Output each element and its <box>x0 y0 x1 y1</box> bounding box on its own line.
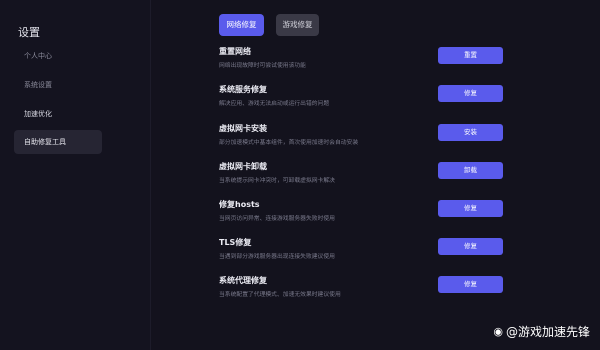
repair-hosts-button[interactable]: 修复 <box>438 200 503 217</box>
install-virtual-nic-button[interactable]: 安装 <box>438 124 503 141</box>
tab-network-repair[interactable]: 网络修复 <box>219 14 264 36</box>
repair-row-reset-network: 重置网络 网络出现故障时可尝试使用该功能 重置 <box>219 46 509 76</box>
row-title: 虚拟网卡安装 <box>219 124 267 133</box>
repair-system-proxy-button[interactable]: 修复 <box>438 276 503 293</box>
row-description: 当系统提示网卡冲突时，可卸载虚拟网卡解决 <box>219 178 335 184</box>
row-title: 重置网络 <box>219 47 251 56</box>
row-description: 解决应用、游戏无法启动或运行出错的问题 <box>219 101 330 107</box>
repair-system-service-button[interactable]: 修复 <box>438 85 503 102</box>
row-title: 系统服务修复 <box>219 85 267 94</box>
reset-network-button[interactable]: 重置 <box>438 47 503 64</box>
repair-row-virtual-nic-install: 虚拟网卡安装 部分加速模式中基本组件，首次使用加速时会自动安装 安装 <box>219 123 509 153</box>
sidebar-title: 设置 <box>18 26 40 39</box>
sidebar-item-acceleration[interactable]: 加速优化 <box>14 102 102 126</box>
repair-tls-button[interactable]: 修复 <box>438 238 503 255</box>
weibo-icon: ◉ <box>493 325 503 338</box>
sidebar: 设置 个人中心 系统设置 加速优化 自助修复工具 <box>0 0 151 350</box>
repair-row-system-proxy: 系统代理修复 当系统配置了代理模式、加速无效果时建议使用 修复 <box>219 275 509 305</box>
repair-row-hosts: 修复hosts 当网页访问异常、连接游戏服务器失败时使用 修复 <box>219 199 509 229</box>
tab-game-repair[interactable]: 游戏修复 <box>276 14 319 36</box>
sidebar-item-personal-center[interactable]: 个人中心 <box>14 44 102 68</box>
row-description: 当遇到部分游戏服务器出现连接失败建议使用 <box>219 254 335 260</box>
row-description: 部分加速模式中基本组件，首次使用加速时会自动安装 <box>219 140 359 146</box>
watermark: ◉ @游戏加速先锋 <box>493 323 590 340</box>
uninstall-virtual-nic-button[interactable]: 卸载 <box>438 162 503 179</box>
row-title: 系统代理修复 <box>219 276 267 285</box>
watermark-text: @游戏加速先锋 <box>505 325 590 339</box>
row-title: 虚拟网卡卸载 <box>219 162 267 171</box>
sidebar-item-repair-tools[interactable]: 自助修复工具 <box>14 130 102 154</box>
sidebar-item-system-settings[interactable]: 系统设置 <box>14 73 102 97</box>
row-title: 修复hosts <box>219 200 260 209</box>
row-title: TLS修复 <box>219 238 252 247</box>
repair-row-tls: TLS修复 当遇到部分游戏服务器出现连接失败建议使用 修复 <box>219 237 509 267</box>
repair-row-system-service: 系统服务修复 解决应用、游戏无法启动或运行出错的问题 修复 <box>219 84 509 114</box>
repair-row-virtual-nic-uninstall: 虚拟网卡卸载 当系统提示网卡冲突时，可卸载虚拟网卡解决 卸载 <box>219 161 509 191</box>
row-description: 网络出现故障时可尝试使用该功能 <box>219 63 306 69</box>
row-description: 当系统配置了代理模式、加速无效果时建议使用 <box>219 292 341 298</box>
row-description: 当网页访问异常、连接游戏服务器失败时使用 <box>219 216 335 222</box>
